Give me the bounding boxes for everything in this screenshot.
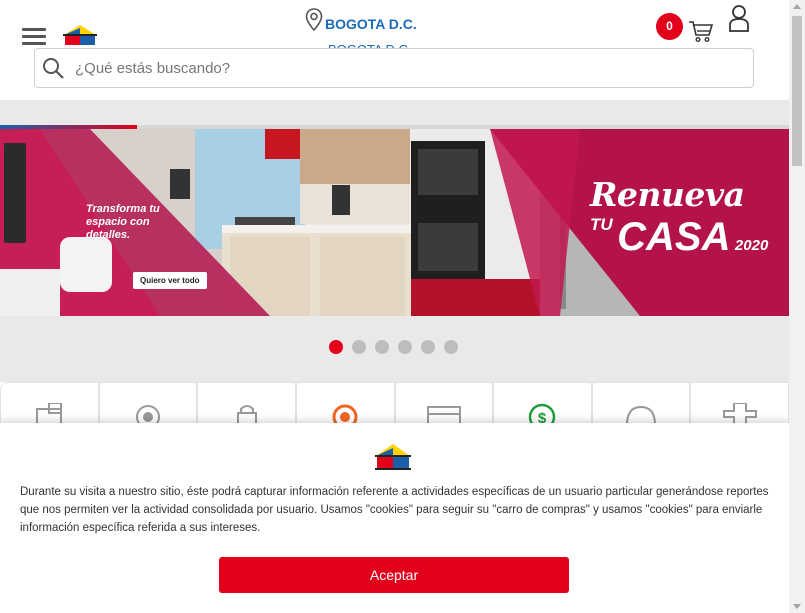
carousel-dot[interactable]: [375, 340, 389, 354]
banner-left-text: Transforma tu espacio con detalles.: [86, 203, 160, 241]
search-icon[interactable]: [41, 56, 65, 80]
banner-sub-tu: TU: [590, 215, 613, 234]
carousel-dot[interactable]: [421, 340, 435, 354]
scrollbar-thumb[interactable]: [792, 16, 802, 166]
cart-count-badge: 0: [656, 13, 683, 40]
carousel-dot[interactable]: [329, 340, 343, 354]
cookie-message: Durante su visita a nuestro sitio, éste …: [20, 486, 769, 534]
hero-banner[interactable]: Transforma tu espacio con detalles. Quie…: [0, 129, 789, 316]
carousel-dot[interactable]: [398, 340, 412, 354]
banner-cta-button[interactable]: Quiero ver todo: [133, 272, 207, 289]
location-pin-icon: [305, 8, 323, 32]
cookie-brand-logo: [374, 443, 412, 476]
location-selector[interactable]: BOGOTA D.C.: [305, 8, 417, 32]
page-scrollbar[interactable]: [789, 0, 805, 613]
banner-headline: Renueva: [590, 175, 745, 214]
banner-sub-casa: CASA: [617, 215, 731, 259]
cookie-consent-dialog: Durante su visita a nuestro sitio, éste …: [0, 423, 789, 613]
page: BOGOTA D.C. BOGOTA D.C. 0: [0, 0, 805, 613]
accept-cookies-button[interactable]: Aceptar: [219, 557, 569, 593]
banner-subheadline: TU CASA 2020: [590, 215, 769, 260]
header: BOGOTA D.C. BOGOTA D.C. 0: [0, 0, 789, 100]
user-account-icon[interactable]: [728, 3, 750, 38]
carousel-dot[interactable]: [444, 340, 458, 354]
scroll-down-arrow[interactable]: [793, 604, 801, 609]
hamburger-menu-button[interactable]: [22, 28, 46, 45]
cart-icon[interactable]: [688, 19, 714, 48]
search-input[interactable]: [75, 59, 715, 77]
scroll-up-arrow[interactable]: [793, 4, 801, 9]
carousel-dots: [329, 340, 458, 354]
search-bar: [34, 48, 754, 88]
location-name: BOGOTA D.C.: [325, 16, 417, 32]
carousel-dot[interactable]: [352, 340, 366, 354]
brand-logo[interactable]: [62, 24, 98, 51]
banner-year: 2020: [734, 236, 769, 254]
